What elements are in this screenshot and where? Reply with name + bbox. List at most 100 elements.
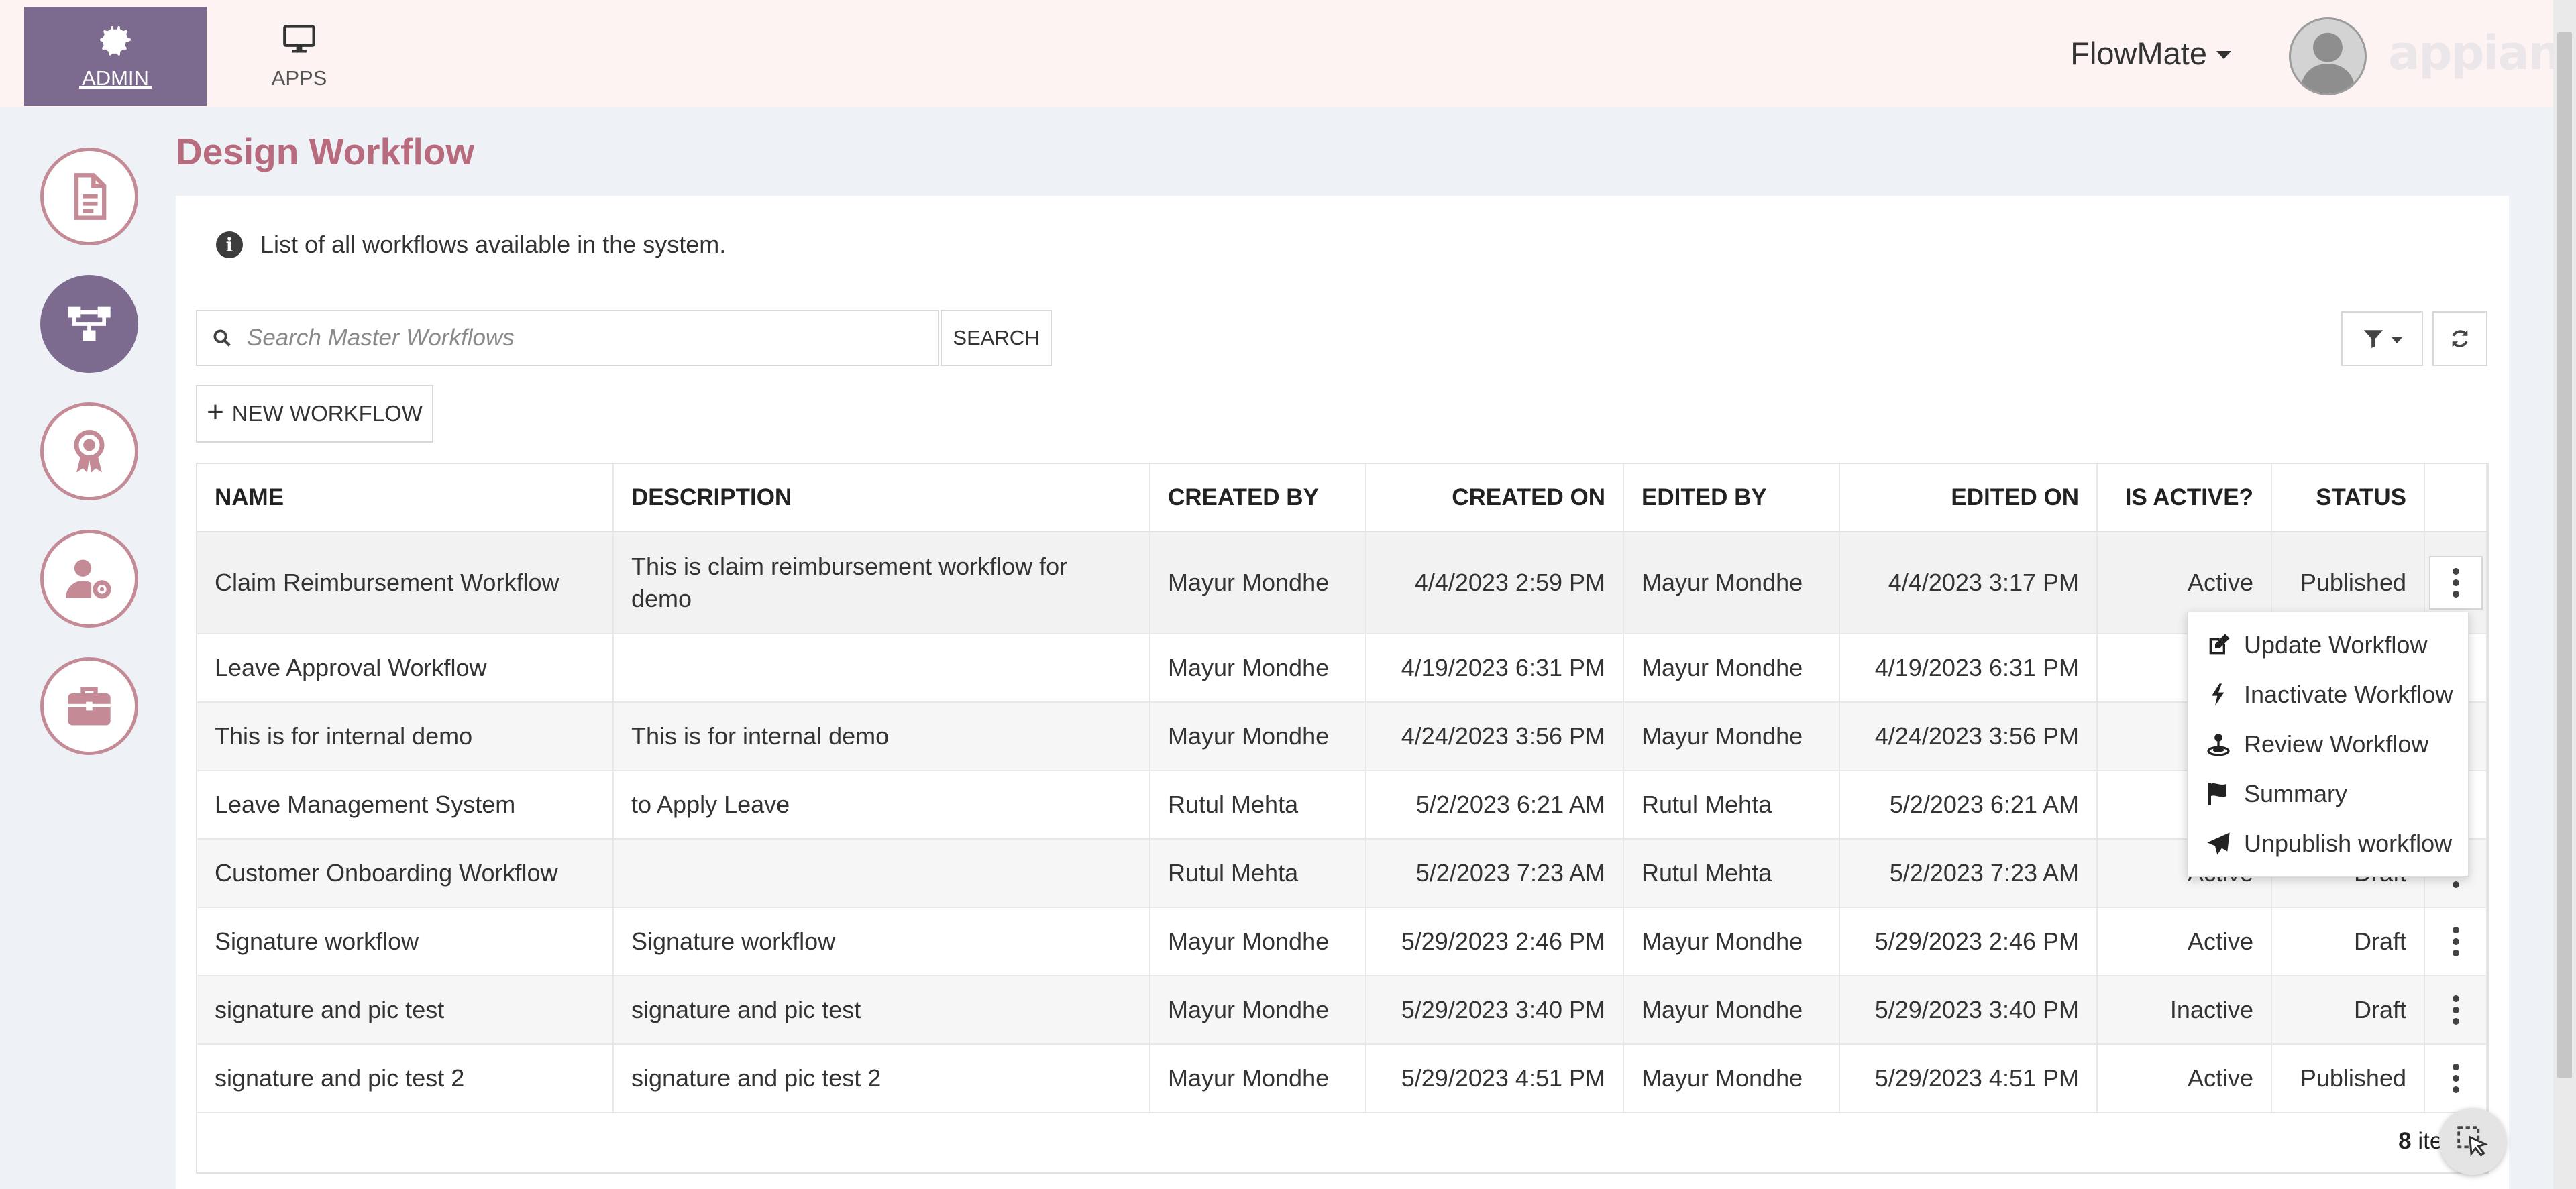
menu-item-label: Summary	[2244, 780, 2348, 807]
sidebar-item-workflows[interactable]	[40, 275, 138, 373]
menu-item-label: Unpublish workflow	[2244, 830, 2453, 857]
column-header-created-by[interactable]: CREATED BY	[1150, 464, 1366, 532]
cell-edited-on: 5/29/2023 2:46 PM	[1839, 907, 2098, 976]
nav-tab-apps[interactable]: APPS	[208, 7, 390, 106]
page-title: Design Workflow	[176, 131, 475, 172]
cell-created-by: Rutul Mehta	[1150, 771, 1366, 840]
table-row[interactable]: Leave Management System to Apply Leave R…	[197, 771, 2487, 840]
menu-item-review-workflow[interactable]: Review Workflow	[2188, 720, 2468, 769]
briefcase-icon	[68, 687, 111, 726]
cell-created-by: Mayur Mondhe	[1150, 976, 1366, 1045]
menu-item-summary[interactable]: Summary	[2188, 769, 2468, 819]
cell-description: signature and pic test	[613, 976, 1150, 1045]
cell-name: Customer Onboarding Workflow	[197, 839, 614, 908]
cell-edited-on: 4/24/2023 3:56 PM	[1839, 702, 2098, 771]
refresh-icon	[2452, 330, 2468, 347]
send-icon	[2207, 832, 2230, 855]
cell-description: This is claim reimbursement workflow for…	[613, 532, 1150, 634]
cell-edited-on: 4/19/2023 6:31 PM	[1839, 634, 2098, 703]
new-workflow-button[interactable]: + NEW WORKFLOW	[196, 385, 433, 443]
table-row[interactable]: This is for internal demo This is for in…	[197, 702, 2487, 771]
cell-edited-by: Mayur Mondhe	[1623, 1044, 1840, 1113]
row-actions-kebab-icon[interactable]	[2429, 915, 2483, 968]
cell-edited-on: 5/2/2023 7:23 AM	[1839, 839, 2098, 908]
menu-item-unpublish-workflow[interactable]: Unpublish workflow	[2188, 819, 2468, 868]
menu-item-label: Review Workflow	[2244, 730, 2429, 758]
table-row[interactable]: signature and pic test signature and pic…	[197, 976, 2487, 1045]
column-header-created-on[interactable]: CREATED ON	[1366, 464, 1624, 532]
avatar[interactable]	[2289, 17, 2367, 95]
cell-edited-by: Mayur Mondhe	[1623, 907, 1840, 976]
refresh-button[interactable]	[2432, 311, 2487, 366]
table-header-row: NAME DESCRIPTION CREATED BY CREATED ON E…	[197, 464, 2487, 532]
cell-created-by: Mayur Mondhe	[1150, 702, 1366, 771]
filter-button[interactable]	[2341, 311, 2423, 366]
column-header-description[interactable]: DESCRIPTION	[613, 464, 1150, 532]
menu-item-inactivate-workflow[interactable]: Inactivate Workflow	[2188, 670, 2468, 720]
row-actions-menu: Update Workflow Inactivate Workflow Revi…	[2187, 612, 2469, 877]
column-header-is-active[interactable]: IS ACTIVE?	[2097, 464, 2272, 532]
top-navigation-bar: ADMIN APPS FlowMate appian	[0, 0, 2562, 107]
cell-description: to Apply Leave	[613, 771, 1150, 840]
column-header-name[interactable]: NAME	[197, 464, 614, 532]
review-icon	[2207, 734, 2230, 756]
table-row[interactable]: Signature workflow Signature workflow Ma…	[197, 907, 2487, 976]
info-message: i List of all workflows available in the…	[216, 231, 726, 259]
table-row[interactable]: Leave Approval Workflow Mayur Mondhe 4/1…	[197, 634, 2487, 703]
cell-description: This is for internal demo	[613, 702, 1150, 771]
cell-created-on: 5/29/2023 3:40 PM	[1366, 976, 1624, 1045]
cell-edited-on: 5/29/2023 4:51 PM	[1839, 1044, 2098, 1113]
sidebar-item-briefcase[interactable]	[40, 657, 138, 755]
vertical-scrollbar[interactable]	[2553, 0, 2576, 1189]
cursor-assist-button[interactable]	[2439, 1108, 2506, 1175]
row-actions-kebab-icon[interactable]	[2429, 983, 2483, 1037]
active-tab-underline	[79, 86, 152, 89]
column-header-edited-by[interactable]: EDITED BY	[1623, 464, 1840, 532]
cell-created-on: 5/2/2023 6:21 AM	[1366, 771, 1624, 840]
table-row[interactable]: signature and pic test 2 signature and p…	[197, 1044, 2487, 1113]
cell-created-by: Mayur Mondhe	[1150, 634, 1366, 703]
cell-name: Leave Management System	[197, 771, 614, 840]
workflow-icon	[68, 306, 111, 341]
row-actions-kebab-icon[interactable]	[2429, 1052, 2483, 1105]
cell-edited-on: 4/4/2023 3:17 PM	[1839, 532, 2098, 634]
search-input[interactable]	[246, 324, 892, 352]
cell-name: This is for internal demo	[197, 702, 614, 771]
sidebar-item-documents[interactable]	[40, 148, 138, 245]
workflow-table: NAME DESCRIPTION CREATED BY CREATED ON E…	[197, 464, 2487, 1113]
sidebar-item-user-settings[interactable]	[40, 530, 138, 628]
row-actions-kebab-icon[interactable]	[2428, 556, 2483, 610]
user-settings-icon	[66, 559, 111, 599]
cell-created-on: 4/24/2023 3:56 PM	[1366, 702, 1624, 771]
nav-tab-admin[interactable]: ADMIN	[24, 7, 207, 106]
cell-actions	[2424, 907, 2487, 976]
cell-name: signature and pic test	[197, 976, 614, 1045]
cell-is-active: Active	[2097, 907, 2272, 976]
monitor-icon	[283, 25, 315, 53]
menu-item-update-workflow[interactable]: Update Workflow	[2188, 620, 2468, 670]
filter-icon	[2363, 330, 2383, 349]
cell-name: Signature workflow	[197, 907, 614, 976]
search-button[interactable]: SEARCH	[941, 310, 1052, 366]
cell-created-on: 4/19/2023 6:31 PM	[1366, 634, 1624, 703]
user-menu[interactable]: FlowMate	[2070, 35, 2231, 72]
cell-status: Draft	[2271, 976, 2425, 1045]
cell-edited-by: Mayur Mondhe	[1623, 634, 1840, 703]
sidebar-item-awards[interactable]	[40, 402, 138, 500]
cell-created-by: Mayur Mondhe	[1150, 907, 1366, 976]
cell-created-on: 4/4/2023 2:59 PM	[1366, 532, 1624, 634]
search-field[interactable]	[196, 310, 939, 366]
column-header-edited-on[interactable]: EDITED ON	[1839, 464, 2098, 532]
cell-name: Claim Reimbursement Workflow	[197, 532, 614, 634]
column-header-status[interactable]: STATUS	[2271, 464, 2425, 532]
scrollbar-thumb[interactable]	[2557, 32, 2572, 1078]
document-icon	[74, 173, 107, 220]
table-row[interactable]: Claim Reimbursement Workflow This is cla…	[197, 532, 2487, 634]
cell-edited-by: Rutul Mehta	[1623, 839, 1840, 908]
info-text: List of all workflows available in the s…	[260, 231, 727, 258]
table-row[interactable]: Customer Onboarding Workflow Rutul Mehta…	[197, 839, 2487, 908]
cell-edited-by: Mayur Mondhe	[1623, 976, 1840, 1045]
cell-description: signature and pic test 2	[613, 1044, 1150, 1113]
workflow-list-card: i List of all workflows available in the…	[176, 196, 2509, 1189]
chevron-down-icon	[2392, 337, 2402, 343]
